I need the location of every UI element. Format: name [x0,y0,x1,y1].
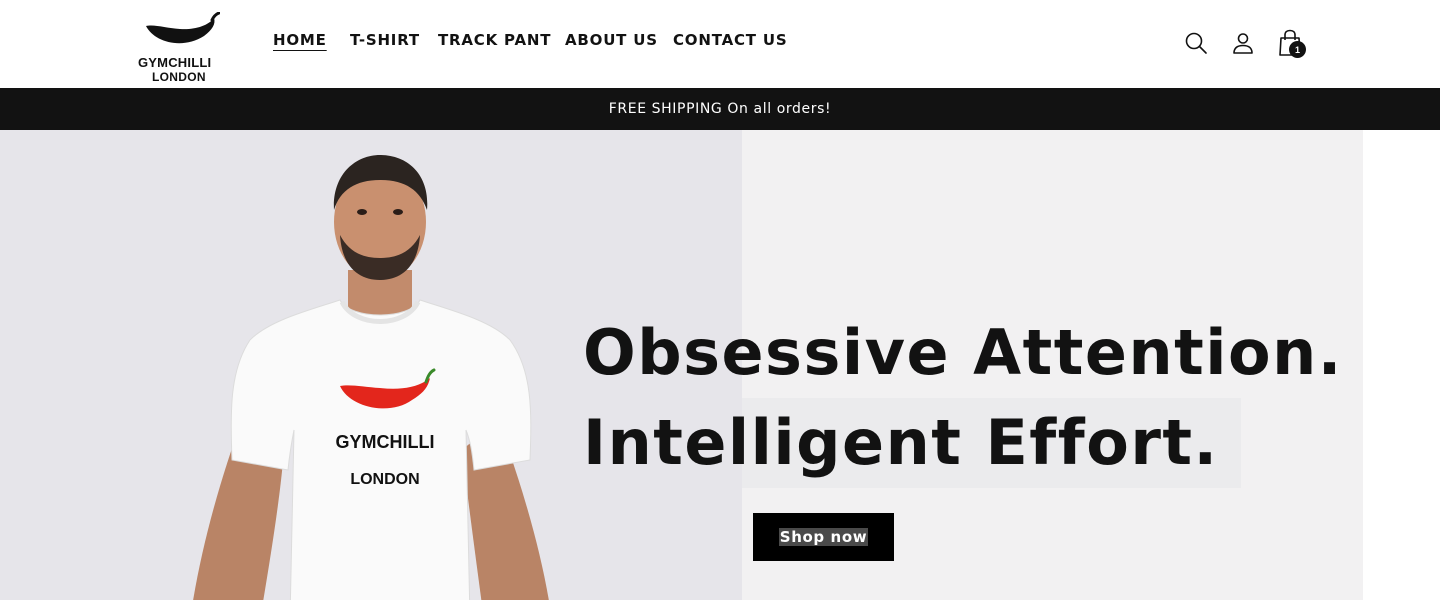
chilli-logo-icon [146,12,220,44]
logo-text-line2: LONDON [152,70,206,84]
site-header: GYMCHILLI LONDON HOME T-SHIRT TRACK PANT… [0,0,1440,88]
brand-logo[interactable]: GYMCHILLI LONDON [134,10,234,84]
shop-now-label: Shop now [778,528,869,546]
nav-item-track-pant[interactable]: TRACK PANT [438,31,551,49]
user-icon [1233,33,1253,54]
nav-item-home[interactable]: HOME [273,31,327,49]
nav-item-contact-us[interactable]: CONTACT US [673,31,787,49]
hero-heading: Obsessive Attention. Intelligent Effort. [583,308,1343,488]
nav-item-about-us[interactable]: ABOUT US [565,31,658,49]
tshirt-print-line1: GYMCHILLI [336,432,435,452]
hero-banner: GYMCHILLI LONDON Obsessive Attention. In… [0,130,1440,600]
cart-count-badge: 1 [1289,41,1306,58]
search-button[interactable] [1182,28,1210,58]
hero-heading-line1: Obsessive Attention. [583,316,1343,389]
tshirt-print-line2: LONDON [350,471,419,488]
cart-button[interactable]: 1 [1276,28,1306,58]
account-button[interactable] [1229,28,1257,58]
announcement-text: FREE SHIPPING On all orders! [608,101,832,117]
announcement-bar: FREE SHIPPING On all orders! [0,88,1440,130]
model-photo: GYMCHILLI LONDON [193,155,549,600]
logo-text-line1: GYMCHILLI [138,55,212,70]
shop-now-button[interactable]: Shop now [753,513,894,561]
hero-heading-line2: Intelligent Effort. [583,398,1241,488]
nav-item-t-shirt[interactable]: T-SHIRT [350,31,420,49]
search-icon [1185,32,1207,54]
